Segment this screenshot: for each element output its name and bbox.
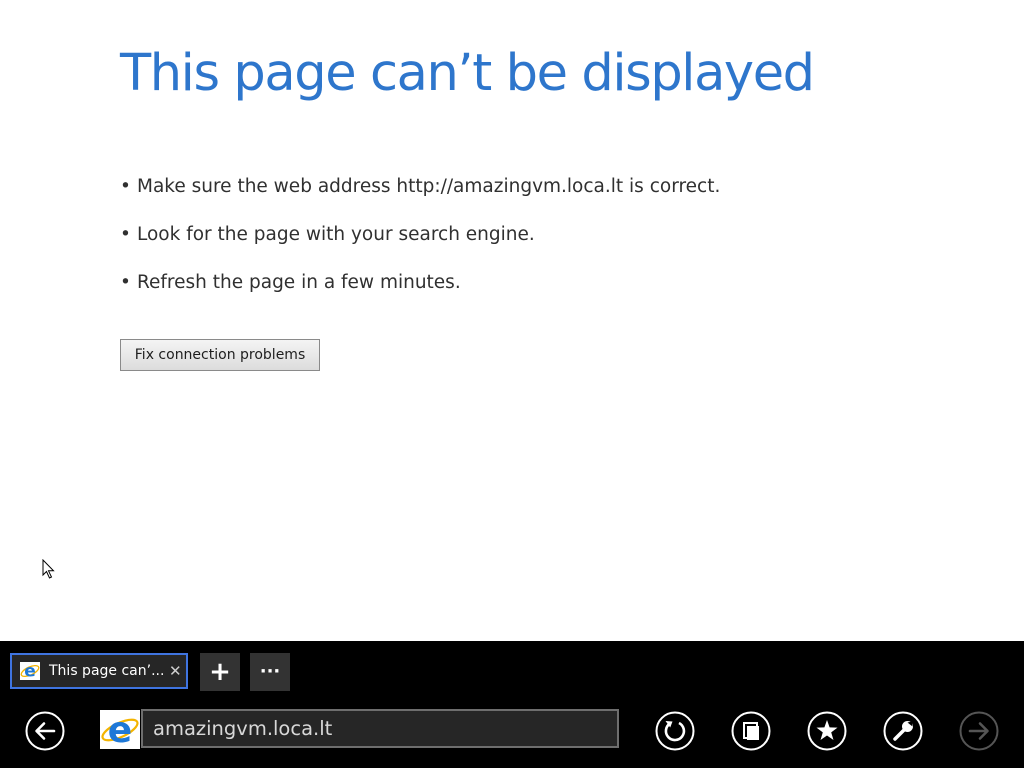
new-tab-button[interactable]: + — [200, 653, 240, 691]
tab-switch-icon[interactable] — [731, 711, 771, 751]
tab-title: This page can’... — [49, 663, 165, 679]
ie-logo-icon: e — [20, 662, 40, 680]
close-icon[interactable]: ✕ — [169, 663, 182, 680]
cursor-icon — [42, 559, 55, 579]
back-icon[interactable] — [25, 711, 65, 751]
bullet: • — [120, 224, 131, 245]
address-bar[interactable]: amazingvm.loca.lt — [141, 709, 619, 748]
ellipsis-icon: ··· — [259, 661, 281, 682]
list-item: • Look for the page with your search engi… — [120, 224, 720, 272]
forward-icon — [959, 711, 999, 751]
page-content: This page can’t be displayed • Make sure … — [0, 0, 1024, 641]
svg-text:e: e — [24, 662, 36, 680]
tip-text: Refresh the page in a few minutes. — [137, 272, 461, 293]
browser-app-bar: e This page can’... ✕ + ··· — [0, 641, 1024, 768]
url-text: amazingvm.loca.lt — [153, 717, 333, 740]
svg-text:e: e — [108, 710, 132, 749]
tools-icon[interactable] — [883, 711, 923, 751]
tip-text: Make sure the web address http://amazing… — [137, 176, 721, 197]
ie-logo-icon: e — [100, 710, 140, 751]
bullet: • — [120, 272, 131, 293]
list-item: • Make sure the web address http://amazin… — [120, 176, 720, 224]
tab-active[interactable]: e This page can’... ✕ — [10, 653, 188, 689]
plus-icon: + — [209, 657, 231, 687]
ie-logo-icon: e — [101, 710, 139, 751]
more-options-button[interactable]: ··· — [250, 653, 290, 691]
bullet: • — [120, 176, 131, 197]
favorites-icon[interactable] — [807, 711, 847, 751]
page-title: This page can’t be displayed — [120, 44, 815, 103]
tip-text: Look for the page with your search engin… — [137, 224, 535, 245]
fix-connection-button[interactable]: Fix connection problems — [120, 339, 320, 371]
tips-list: • Make sure the web address http://amazin… — [120, 176, 720, 320]
list-item: • Refresh the page in a few minutes. — [120, 272, 720, 320]
refresh-icon[interactable] — [655, 711, 695, 751]
